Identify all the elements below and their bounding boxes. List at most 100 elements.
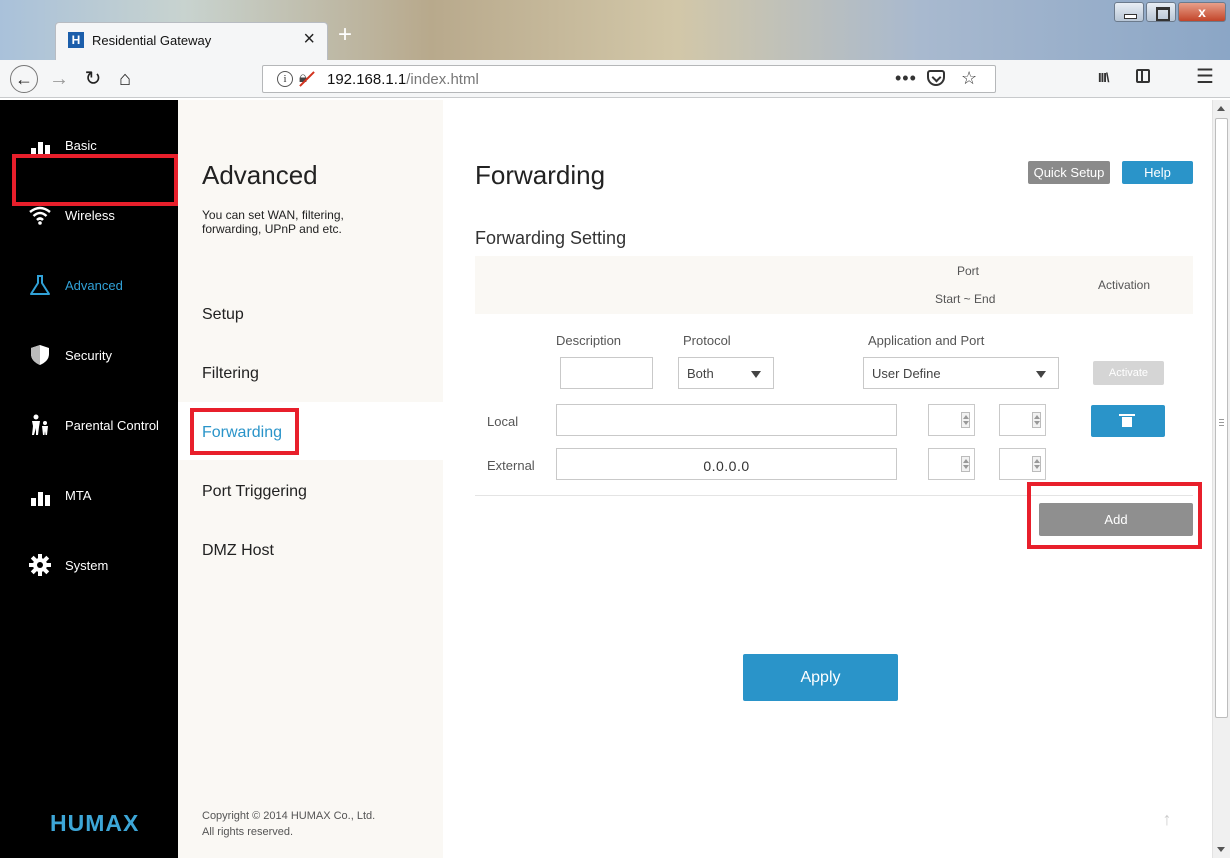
- sidebar-item-label: Parental Control: [65, 418, 159, 433]
- subnav-item-setup[interactable]: Setup: [202, 306, 244, 324]
- url-bar[interactable]: i 🔒︎ 192.168.1.1/index.html ••• ☆: [262, 65, 996, 93]
- column-header-activation: Activation: [1098, 278, 1151, 292]
- minimize-button[interactable]: [1114, 2, 1144, 22]
- delete-button[interactable]: [1091, 405, 1165, 437]
- sidebar-toggle-icon[interactable]: [1136, 69, 1150, 83]
- humax-logo: HUMAX: [50, 810, 140, 836]
- external-ip-input[interactable]: 0.0.0.0: [556, 448, 897, 480]
- bar-chart-icon: [28, 134, 52, 156]
- chevron-down-icon: [1036, 371, 1046, 378]
- section-heading: Advanced: [202, 160, 318, 190]
- trash-icon: [1119, 414, 1135, 427]
- sidebar-item-label: Advanced: [65, 278, 123, 293]
- sidebar-item-system[interactable]: System: [0, 546, 178, 586]
- grip-icon: [1219, 419, 1224, 426]
- scroll-up-icon[interactable]: [1217, 106, 1225, 111]
- url-text[interactable]: 192.168.1.1/index.html: [327, 71, 479, 88]
- section-description: You can set WAN, filtering, forwarding, …: [202, 208, 344, 236]
- external-end-port-input[interactable]: [999, 448, 1046, 480]
- column-header-port: Port: [957, 264, 980, 278]
- local-label: Local: [487, 414, 519, 429]
- local-start-port-input[interactable]: [928, 404, 975, 436]
- local-end-port-input[interactable]: [999, 404, 1046, 436]
- bar-chart-icon: [28, 484, 52, 506]
- page-actions-icon[interactable]: •••: [895, 68, 917, 89]
- sidebar-item-label: MTA: [65, 488, 92, 503]
- tab-bar: H Residential Gateway × + x: [0, 0, 1230, 60]
- window-controls: x: [1112, 2, 1226, 24]
- activate-button[interactable]: Activate: [1093, 361, 1164, 385]
- pocket-icon[interactable]: [927, 70, 945, 86]
- page-scrollbar[interactable]: [1212, 100, 1230, 858]
- spinner-icon[interactable]: [1032, 412, 1041, 428]
- browser-chrome: H Residential Gateway × + x ← → ↻ ⌂ i 🔒︎…: [0, 0, 1230, 100]
- protocol-select[interactable]: Both: [678, 357, 774, 389]
- library-icon[interactable]: III\: [1098, 70, 1109, 85]
- browser-tab[interactable]: H Residential Gateway ×: [55, 22, 328, 60]
- home-button[interactable]: ⌂: [113, 66, 137, 92]
- add-highlight-box: [1027, 482, 1202, 549]
- copyright: Copyright © 2014 HUMAX Co., Ltd. All rig…: [202, 808, 375, 840]
- chevron-down-icon: [751, 371, 761, 378]
- maximize-button[interactable]: [1146, 2, 1176, 22]
- window-close-button[interactable]: x: [1178, 2, 1226, 22]
- protocol-label: Protocol: [683, 333, 731, 348]
- new-tab-button[interactable]: +: [334, 22, 356, 50]
- help-button[interactable]: Help: [1122, 161, 1193, 184]
- quick-setup-button[interactable]: Quick Setup: [1028, 161, 1110, 184]
- sidebar-item-label: Basic: [65, 138, 97, 153]
- close-icon: x: [1198, 4, 1206, 20]
- application-value: User Define: [872, 366, 941, 381]
- copyright-line: Copyright © 2014 HUMAX Co., Ltd.: [202, 810, 376, 822]
- bookmark-star-icon[interactable]: ☆: [961, 68, 977, 89]
- scroll-down-icon[interactable]: [1217, 847, 1225, 852]
- application-select[interactable]: User Define: [863, 357, 1059, 389]
- scroll-thumb[interactable]: [1215, 118, 1228, 718]
- external-label: External: [487, 458, 535, 473]
- apply-button[interactable]: Apply: [743, 654, 898, 701]
- sidebar-item-parental-control[interactable]: Parental Control: [0, 406, 178, 446]
- application-label: Application and Port: [868, 333, 985, 348]
- hamburger-menu-icon[interactable]: ☰: [1196, 64, 1214, 89]
- description-input[interactable]: [560, 357, 653, 389]
- subnav-item-filtering[interactable]: Filtering: [202, 365, 259, 383]
- section-title: Forwarding Setting: [475, 228, 627, 248]
- sidebar-item-label: Wireless: [65, 208, 115, 223]
- site-info-icon[interactable]: i: [277, 71, 293, 87]
- main-sidebar: Basic Wireless Advanced Security Parenta…: [0, 100, 178, 858]
- page-title: Forwarding: [475, 160, 606, 190]
- external-ip-value: 0.0.0.0: [703, 458, 750, 474]
- subnav-item-dmz-host[interactable]: DMZ Host: [202, 542, 274, 560]
- wifi-icon: [28, 204, 52, 226]
- spinner-icon[interactable]: [961, 456, 970, 472]
- humax-favicon-icon: H: [68, 32, 84, 48]
- sidebar-item-security[interactable]: Security: [0, 336, 178, 376]
- parent-child-icon: [28, 414, 52, 436]
- spinner-icon[interactable]: [1032, 456, 1041, 472]
- sidebar-item-mta[interactable]: MTA: [0, 476, 178, 516]
- sidebar-item-advanced[interactable]: Advanced: [0, 266, 178, 306]
- tab-title: Residential Gateway: [92, 33, 212, 48]
- sidebar-item-label: System: [65, 558, 109, 573]
- forwarding-highlight-box: [190, 408, 299, 455]
- subnav-item-port-triggering[interactable]: Port Triggering: [202, 483, 307, 501]
- external-start-port-input[interactable]: [928, 448, 975, 480]
- scroll-to-top-icon[interactable]: ↑: [1153, 805, 1181, 833]
- table-header: Port Start ~ End Activation: [475, 256, 1193, 314]
- back-button[interactable]: ←: [10, 65, 38, 93]
- protocol-value: Both: [687, 366, 714, 381]
- insecure-lock-icon[interactable]: 🔒︎: [299, 69, 307, 86]
- tab-close-icon[interactable]: ×: [303, 29, 315, 49]
- url-host: 192.168.1.1: [327, 71, 407, 88]
- url-path: /index.html: [406, 71, 479, 88]
- advanced-highlight-box: [12, 154, 178, 206]
- forward-button[interactable]: →: [48, 66, 70, 92]
- sub-navigation: Advanced You can set WAN, filtering, for…: [178, 100, 443, 858]
- spinner-icon[interactable]: [961, 412, 970, 428]
- reload-button[interactable]: ↻: [82, 66, 104, 92]
- sidebar-item-label: Security: [65, 348, 112, 363]
- gear-icon: [28, 554, 52, 576]
- local-ip-input[interactable]: [556, 404, 897, 436]
- description-label: Description: [556, 333, 622, 348]
- navigation-toolbar: ← → ↻ ⌂ i 🔒︎ 192.168.1.1/index.html ••• …: [0, 60, 1230, 98]
